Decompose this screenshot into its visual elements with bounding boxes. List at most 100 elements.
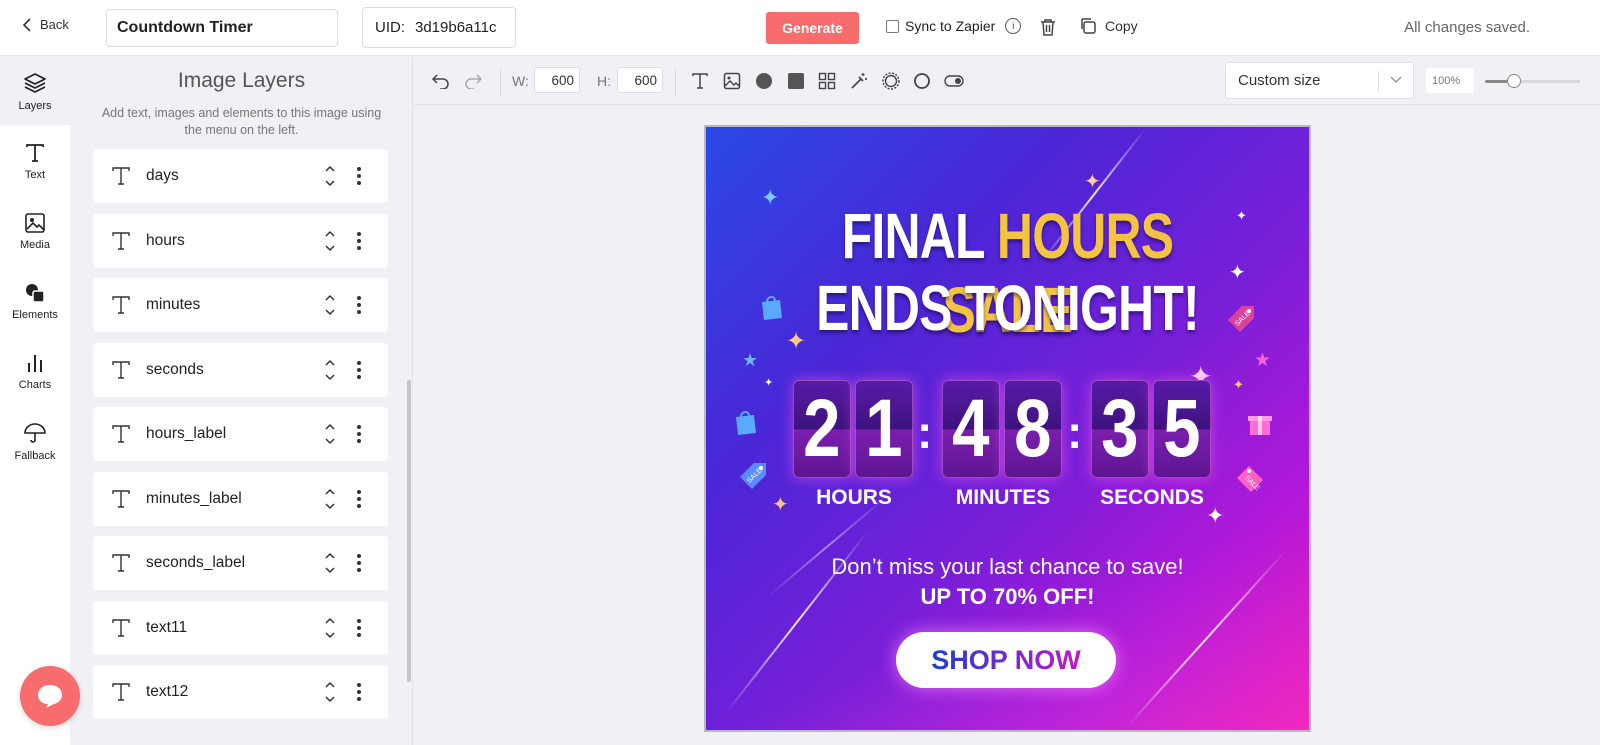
more-options-icon[interactable] xyxy=(352,618,366,637)
rail-item-fallback[interactable]: Fallback xyxy=(0,407,70,475)
umbrella-icon xyxy=(24,422,46,443)
more-options-icon[interactable] xyxy=(352,683,366,701)
image-icon xyxy=(25,212,45,233)
grid-icon[interactable] xyxy=(815,69,839,93)
sparkle-icon: ✦ xyxy=(764,377,774,389)
reorder-icon[interactable] xyxy=(322,293,338,317)
height-input[interactable] xyxy=(617,67,663,93)
rail-item-layers[interactable]: Layers xyxy=(0,57,70,125)
layers-icon xyxy=(24,72,46,93)
reorder-icon[interactable] xyxy=(322,680,338,704)
seconds-label: SECONDS xyxy=(1100,486,1204,509)
magic-wand-icon[interactable] xyxy=(847,69,871,93)
layer-row-seconds-label[interactable]: seconds_label xyxy=(93,536,388,590)
add-circle-icon[interactable] xyxy=(752,69,776,93)
layers-panel: Image Layers Add text, images and elemen… xyxy=(70,57,413,745)
layer-row-hours-label[interactable]: hours_label xyxy=(93,407,388,461)
badge-icon[interactable] xyxy=(879,69,903,93)
reorder-icon[interactable] xyxy=(322,551,338,575)
rail-item-charts[interactable]: Charts xyxy=(0,337,70,405)
shopping-bag-icon xyxy=(736,411,756,435)
zoom-slider-handle[interactable] xyxy=(1506,74,1521,88)
toolbar-divider xyxy=(500,69,501,95)
layer-row-text12[interactable]: text12 xyxy=(93,665,388,719)
design-canvas[interactable]: ✦ ✦ ✦ ✦ ✦ ★ ✦ ★ ✦ ✦ ✦ ✦ SALE SALE SALE F… xyxy=(704,125,1311,732)
panel-scrollbar[interactable] xyxy=(407,380,411,682)
more-options-icon[interactable] xyxy=(352,554,366,572)
more-options-icon[interactable] xyxy=(352,167,366,185)
reorder-icon[interactable] xyxy=(322,422,338,446)
top-bar: Back UID: 3d19b6a11c Generate Sync to Za… xyxy=(0,0,1600,56)
text-icon xyxy=(26,143,44,162)
minutes-digit-2: 8 xyxy=(1004,380,1062,478)
zoom-slider[interactable] xyxy=(1485,74,1580,88)
height-label: H: xyxy=(597,73,611,89)
reorder-icon[interactable] xyxy=(322,229,338,253)
template-title-input[interactable] xyxy=(106,9,338,47)
copy-button[interactable]: Copy xyxy=(1079,17,1138,35)
shop-now-label: SHOP NOW xyxy=(931,644,1081,675)
panel-title: Image Layers xyxy=(177,69,306,92)
layer-row-minutes[interactable]: minutes xyxy=(93,278,388,332)
layer-row-minutes-label[interactable]: minutes_label xyxy=(93,471,388,526)
copy-label: Copy xyxy=(1105,18,1138,34)
uid-box[interactable]: UID: 3d19b6a11c xyxy=(362,7,516,48)
sparkle-icon: ✦ xyxy=(1233,377,1244,392)
ring-icon[interactable] xyxy=(910,69,934,93)
sync-checkbox[interactable] xyxy=(886,19,899,33)
toolbar-divider xyxy=(675,69,676,95)
trash-icon[interactable] xyxy=(1040,18,1056,41)
reorder-icon[interactable] xyxy=(322,164,338,188)
layer-row-days[interactable]: days xyxy=(93,149,388,203)
reorder-icon[interactable] xyxy=(322,358,338,382)
reorder-icon[interactable] xyxy=(322,616,338,640)
canvas-toolbar: W: H: Custom size 100% xyxy=(414,57,1600,105)
chat-button[interactable] xyxy=(20,666,80,726)
width-label: W: xyxy=(512,73,529,89)
layer-name: hours_label xyxy=(146,425,227,442)
more-options-icon[interactable] xyxy=(352,231,366,250)
reorder-icon[interactable] xyxy=(322,487,338,511)
seconds-digit-2: 5 xyxy=(1153,380,1211,478)
layer-name: minutes xyxy=(146,296,201,313)
rail-item-elements[interactable]: Elements xyxy=(0,267,70,335)
add-text-icon[interactable] xyxy=(688,69,712,93)
rail-label: Media xyxy=(20,238,50,251)
more-options-icon[interactable] xyxy=(352,360,366,379)
generate-button[interactable]: Generate xyxy=(766,12,859,44)
colon-separator: : xyxy=(917,406,933,458)
rail-item-text[interactable]: Text xyxy=(0,127,70,195)
text-layer-icon xyxy=(110,618,132,638)
uid-value: 3d19b6a11c xyxy=(415,19,497,36)
text-layer-icon xyxy=(110,166,132,186)
layer-row-seconds[interactable]: seconds xyxy=(93,342,388,397)
text-layer-icon xyxy=(110,682,132,702)
layer-row-text11[interactable]: text11 xyxy=(93,600,388,655)
headline-white: FINAL xyxy=(841,200,997,272)
sync-label: Sync to Zapier xyxy=(905,18,996,34)
rail-item-media[interactable]: Media xyxy=(0,197,70,265)
layer-name: hours xyxy=(146,231,185,249)
size-preset-value: Custom size xyxy=(1238,72,1321,89)
more-options-icon[interactable] xyxy=(352,425,366,443)
add-image-icon[interactable] xyxy=(720,69,744,93)
toggle-icon[interactable] xyxy=(942,69,966,93)
layer-name: seconds xyxy=(146,360,204,378)
shapes-icon xyxy=(26,283,45,303)
back-button[interactable]: Back xyxy=(22,17,69,32)
sparkle-icon: ✦ xyxy=(1084,171,1101,193)
undo-icon[interactable] xyxy=(429,69,453,93)
more-options-icon[interactable] xyxy=(352,489,366,508)
redo-icon[interactable] xyxy=(461,69,485,93)
info-icon[interactable]: i xyxy=(1005,18,1022,34)
add-rectangle-icon[interactable] xyxy=(784,69,808,93)
gift-icon xyxy=(1248,416,1272,435)
chevron-left-icon xyxy=(22,17,31,32)
text-layer-icon xyxy=(110,553,132,573)
layer-row-hours[interactable]: hours xyxy=(93,213,388,268)
sync-to-zapier[interactable]: Sync to Zapier i xyxy=(886,18,1022,34)
width-input[interactable] xyxy=(534,67,580,93)
select-divider xyxy=(1378,71,1379,92)
size-preset-select[interactable]: Custom size xyxy=(1225,62,1414,99)
more-options-icon[interactable] xyxy=(352,296,366,314)
